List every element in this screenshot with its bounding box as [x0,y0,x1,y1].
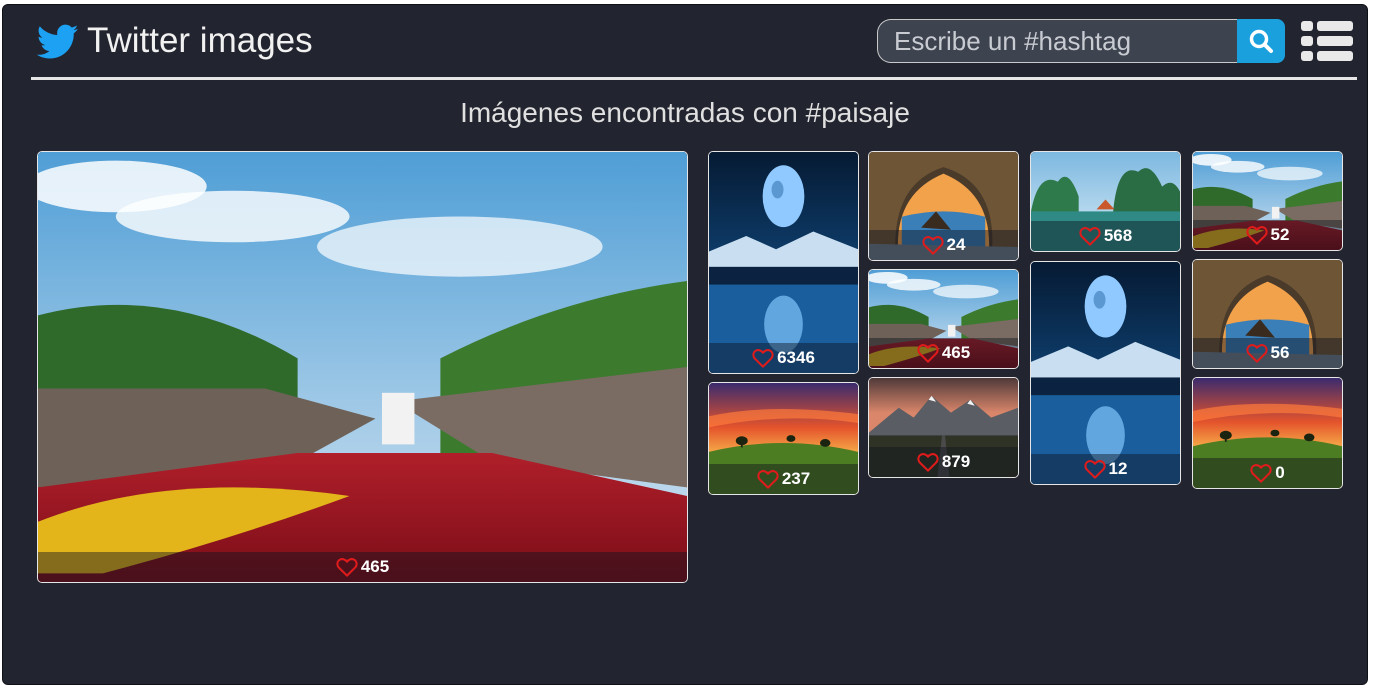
like-counter[interactable]: 465 [869,338,1018,368]
heart-icon [1079,227,1101,246]
image-tile[interactable]: 56 [1192,259,1343,369]
heart-icon [1083,460,1106,479]
twitter-bird-icon [37,24,79,59]
like-count: 465 [941,343,971,362]
list-view-icon[interactable] [1301,19,1353,63]
like-count: 237 [781,469,811,488]
image-tile[interactable]: 465 [37,151,688,583]
header: Twitter images [31,5,1357,80]
like-count: 879 [941,452,971,471]
search-field[interactable] [877,19,1257,63]
heart-icon [757,470,779,489]
heart-icon [917,344,939,363]
heart-icon [752,349,774,368]
like-counter[interactable]: 465 [38,552,687,582]
like-counter[interactable]: 52 [1193,220,1342,250]
image-tile[interactable]: 52 [1192,151,1343,251]
heart-icon [917,453,939,472]
image-tile[interactable]: 24 [868,151,1019,261]
image-tile[interactable]: 6346 [708,151,859,374]
heart-icon [921,236,944,255]
like-count: 568 [1103,226,1133,245]
heart-icon [1250,464,1272,483]
like-counter[interactable]: 56 [1193,338,1342,368]
heart-icon [1245,226,1268,245]
like-counter[interactable]: 568 [1031,221,1180,251]
heart-icon [1245,344,1268,363]
app-window: Twitter images Imágenes encontradas con … [2,4,1368,685]
results-heading: Imágenes encontradas con #paisaje [460,97,910,128]
search-button[interactable] [1237,19,1285,63]
image-tile[interactable]: 0 [1192,377,1343,489]
image-tile[interactable]: 879 [868,377,1019,478]
landscape-photo [709,152,858,373]
like-count: 0 [1275,463,1285,482]
image-tile[interactable]: 568 [1030,151,1181,252]
like-count: 6346 [777,348,815,367]
like-count: 465 [360,557,390,576]
like-count: 56 [1270,343,1290,362]
like-counter[interactable]: 6346 [709,343,858,373]
search-icon [1249,29,1273,53]
like-counter[interactable]: 0 [1193,458,1342,488]
heart-icon [336,558,358,577]
landscape-photo [38,152,687,582]
image-tile[interactable]: 465 [868,269,1019,369]
landscape-photo [1031,262,1180,484]
like-count: 24 [946,235,966,254]
hashtag-search-input[interactable] [894,25,1234,57]
like-counter[interactable]: 879 [869,447,1018,477]
like-counter[interactable]: 237 [709,464,858,494]
like-count: 12 [1108,459,1128,478]
image-tile[interactable]: 237 [708,382,859,495]
like-count: 52 [1270,225,1290,244]
app-title: Twitter images [87,21,313,60]
like-counter[interactable]: 24 [869,230,1018,260]
image-tile[interactable]: 12 [1030,261,1181,485]
like-counter[interactable]: 12 [1031,454,1180,484]
